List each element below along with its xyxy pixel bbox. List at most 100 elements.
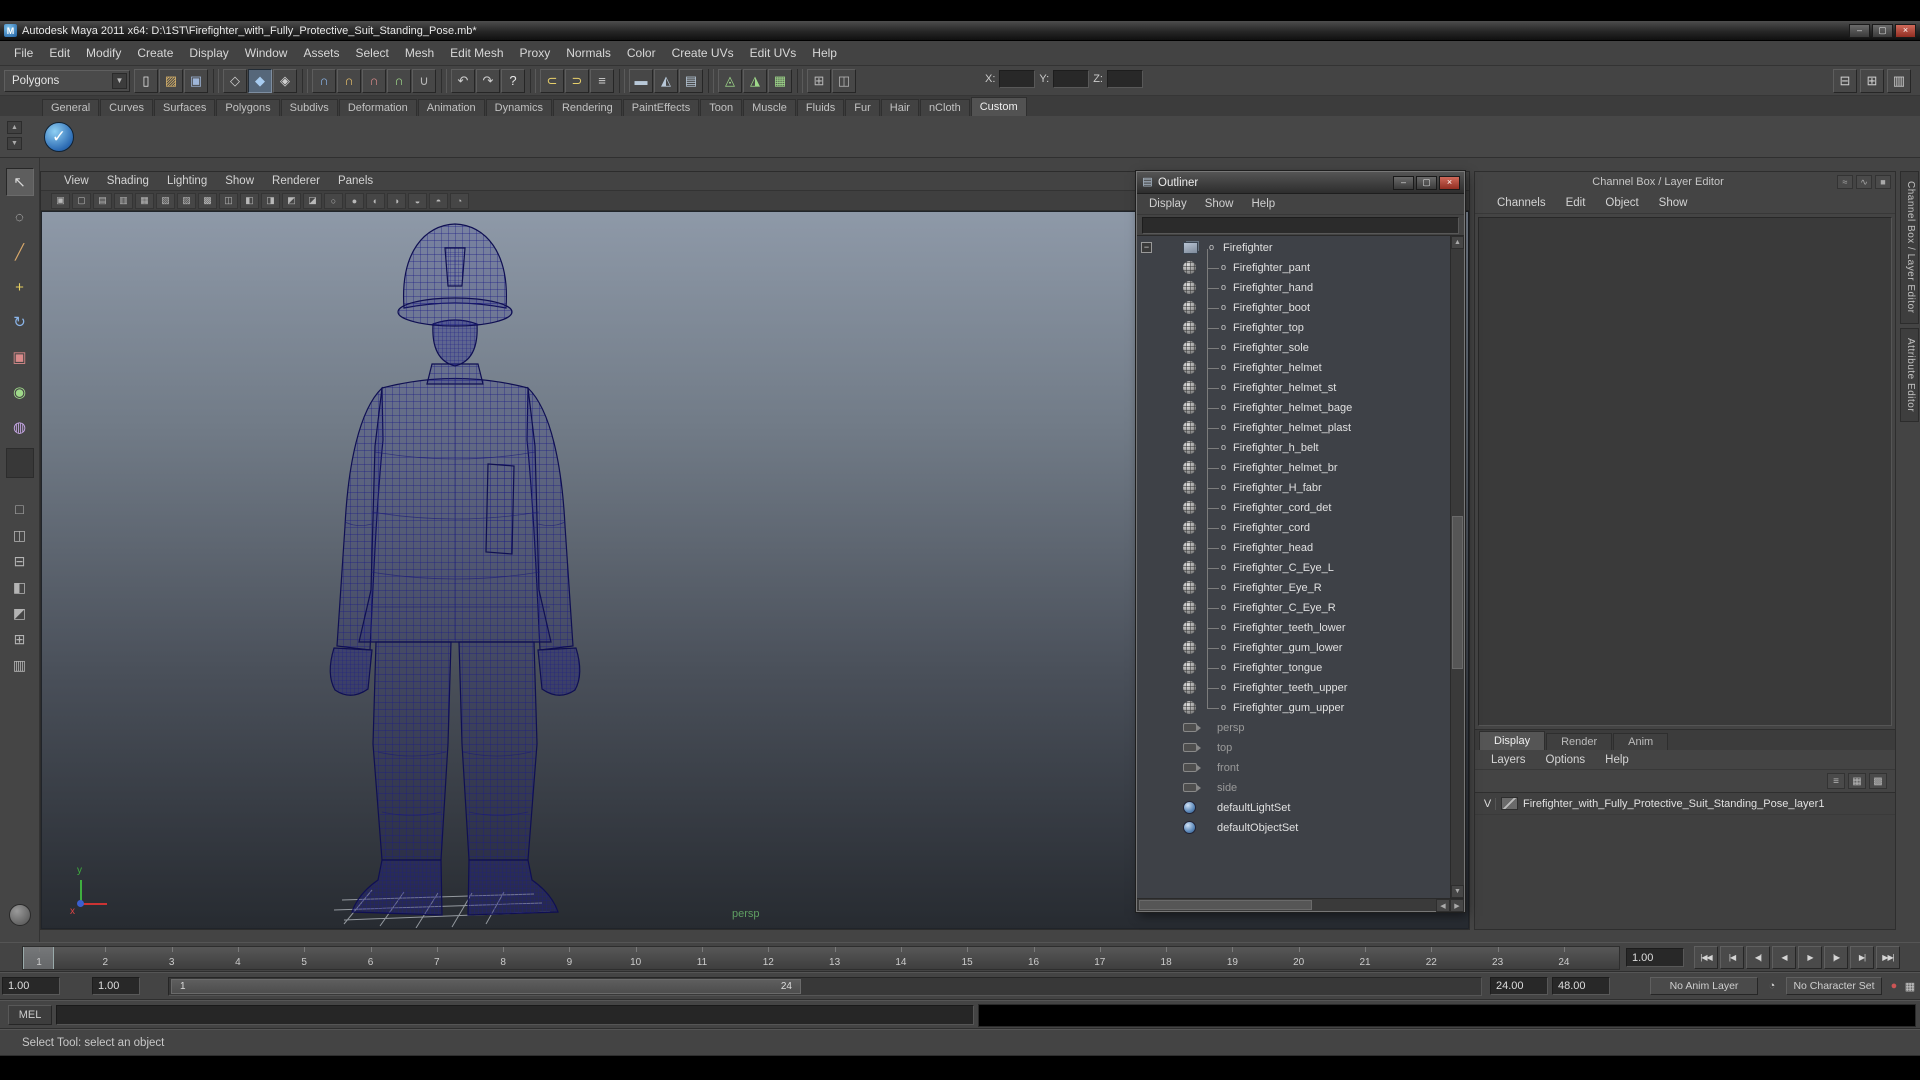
menu-item-create[interactable]: Create: [129, 43, 181, 63]
outliner-row[interactable]: o Firefighter_boot: [1137, 298, 1450, 318]
two-pane-side-layout[interactable]: ◫: [7, 525, 33, 545]
custom-shelf-sphere-check-icon[interactable]: ✓: [42, 120, 76, 154]
layer-editor-tab-anim[interactable]: Anim: [1613, 733, 1669, 750]
shelf-prev-tab-button[interactable]: ▲: [7, 121, 22, 134]
firefighter-mesh[interactable]: [329, 223, 581, 916]
outliner-row[interactable]: persp: [1137, 718, 1450, 738]
layer-menu-help[interactable]: Help: [1597, 754, 1637, 766]
universal-manipulator-tool[interactable]: ◉: [6, 378, 34, 406]
outliner-minimize-button[interactable]: –: [1393, 175, 1414, 190]
two-d-pan-zoom-icon[interactable]: ▧: [156, 192, 175, 209]
auto-key-icon[interactable]: ●: [1886, 978, 1902, 994]
shelf-tab-surfaces[interactable]: Surfaces: [153, 99, 216, 116]
snap-to-plane-icon[interactable]: ∩: [387, 68, 411, 93]
viewport-menu-renderer[interactable]: Renderer: [263, 175, 329, 187]
outliner-row[interactable]: top: [1137, 738, 1450, 758]
shelf-tab-muscle[interactable]: Muscle: [743, 99, 796, 116]
step-back-key-button[interactable]: |◀: [1720, 946, 1744, 969]
step-forward-key-button[interactable]: ▶|: [1850, 946, 1874, 969]
character-set-menu[interactable]: No Character Set: [1786, 977, 1882, 995]
render-settings-icon[interactable]: ▤: [679, 68, 703, 93]
transform-mode-icon[interactable]: ◫: [832, 68, 856, 93]
new-empty-layer-icon[interactable]: ▦: [1848, 773, 1866, 789]
outliner-horizontal-scrollbar[interactable]: ◀ ▶: [1137, 898, 1464, 912]
viewport-menu-shading[interactable]: Shading: [98, 175, 158, 187]
menu-item-assets[interactable]: Assets: [295, 43, 347, 63]
viewport-menu-lighting[interactable]: Lighting: [158, 175, 216, 187]
toon-outline-icon[interactable]: ◮: [743, 68, 767, 93]
minimize-button[interactable]: –: [1849, 23, 1870, 38]
snap-to-curve-icon[interactable]: ∩: [337, 68, 361, 93]
paint-select-tool[interactable]: ╱: [6, 238, 34, 266]
outliner-row[interactable]: o Firefighter_helmet_plast: [1137, 418, 1450, 438]
scale-tool[interactable]: ▣: [6, 343, 34, 371]
channel-menu-object[interactable]: Object: [1597, 197, 1646, 209]
menu-item-display[interactable]: Display: [181, 43, 236, 63]
layout-panes-icon[interactable]: ▥: [1887, 69, 1911, 93]
vertical-scroll-track[interactable]: [1451, 249, 1464, 885]
layer-visibility-toggle[interactable]: V: [1480, 797, 1496, 810]
outliner-menu-help[interactable]: Help: [1244, 197, 1284, 211]
scroll-down-icon[interactable]: ▼: [1451, 885, 1464, 898]
make-live-icon[interactable]: ∪: [412, 68, 436, 93]
construction-history-icon[interactable]: ≡: [590, 68, 614, 93]
wireframe-mode-icon[interactable]: ○: [324, 192, 343, 209]
paint-effects-icon[interactable]: ◬: [718, 68, 742, 93]
playback-start-field[interactable]: 1.00: [92, 977, 140, 995]
move-tool[interactable]: +: [6, 273, 34, 301]
menu-item-edit-mesh[interactable]: Edit Mesh: [442, 43, 511, 63]
shelf-tab-animation[interactable]: Animation: [417, 99, 485, 116]
viewport-menu-view[interactable]: View: [55, 175, 98, 187]
menu-item-window[interactable]: Window: [237, 43, 296, 63]
outliner-row[interactable]: o Firefighter_pant: [1137, 258, 1450, 278]
render-current-frame-icon[interactable]: ▬: [629, 68, 653, 93]
play-forward-button[interactable]: ▶: [1798, 946, 1822, 969]
current-time-field[interactable]: 1.00: [1626, 948, 1684, 967]
menu-item-file[interactable]: File: [6, 43, 41, 63]
channel-menu-show[interactable]: Show: [1651, 197, 1696, 209]
outliner-row[interactable]: o Firefighter_gum_upper: [1137, 698, 1450, 718]
play-backward-button[interactable]: ◀: [1772, 946, 1796, 969]
three-pane-left-layout[interactable]: ◧: [7, 577, 33, 597]
go-to-end-button[interactable]: ▶▶|: [1876, 946, 1900, 969]
outliner-menu-display[interactable]: Display: [1141, 197, 1195, 211]
layer-editor-tab-render[interactable]: Render: [1546, 733, 1613, 750]
horizontal-scroll-thumb[interactable]: [1139, 900, 1313, 910]
outliner-filter-input[interactable]: [1142, 217, 1459, 234]
layout-grid-icon[interactable]: ⊞: [1860, 69, 1884, 93]
sort-layers-icon[interactable]: ≡: [1827, 773, 1845, 789]
lock-camera-icon[interactable]: ▢: [72, 192, 91, 209]
outliner-row[interactable]: o Firefighter_Eye_R: [1137, 578, 1450, 598]
redo-icon[interactable]: ↷: [476, 68, 500, 93]
collapse-icon[interactable]: −: [1141, 242, 1152, 253]
menu-item-select[interactable]: Select: [347, 43, 396, 63]
scroll-right-icon[interactable]: ▶: [1450, 899, 1464, 912]
menu-item-modify[interactable]: Modify: [78, 43, 129, 63]
y-input[interactable]: [1053, 70, 1090, 88]
select-hierarchy-icon[interactable]: ◇: [223, 68, 247, 93]
film-gate-icon[interactable]: ▩: [198, 192, 217, 209]
shelf-tab-deformation[interactable]: Deformation: [338, 99, 417, 116]
stopwatch-icon[interactable]: ◔: [1764, 978, 1780, 994]
select-camera-icon[interactable]: ▣: [51, 192, 70, 209]
layout-single-icon[interactable]: ⊟: [1833, 69, 1857, 93]
side-tab-channel-box-layer-editor[interactable]: Channel Box / Layer Editor: [1900, 171, 1919, 324]
outliner-row[interactable]: o Firefighter_teeth_lower: [1137, 618, 1450, 638]
step-back-frame-button[interactable]: ◀|: [1746, 946, 1770, 969]
outliner-row[interactable]: o Firefighter_gum_lower: [1137, 638, 1450, 658]
selection-mode-dropdown[interactable]: Polygons ▼: [4, 69, 130, 92]
isolate-select-icon[interactable]: ◔: [450, 192, 469, 209]
range-slider-track[interactable]: 1 24: [168, 977, 1482, 996]
outliner-row[interactable]: o Firefighter_helmet: [1137, 358, 1450, 378]
shelf-tab-polygons[interactable]: Polygons: [216, 99, 280, 116]
layer-menu-layers[interactable]: Layers: [1483, 754, 1534, 766]
camera-attributes-icon[interactable]: ▤: [93, 192, 112, 209]
outliner-menu-show[interactable]: Show: [1197, 197, 1242, 211]
select-component-icon[interactable]: ◈: [273, 68, 297, 93]
snap-to-point-icon[interactable]: ∩: [362, 68, 386, 93]
input-connections-icon[interactable]: ⊂: [540, 68, 564, 93]
shelf-tab-fluids[interactable]: Fluids: [796, 99, 845, 116]
lasso-select-tool[interactable]: ◌: [6, 203, 34, 231]
outliner-row[interactable]: defaultLightSet: [1137, 798, 1450, 818]
outliner-row[interactable]: o Firefighter_tongue: [1137, 658, 1450, 678]
